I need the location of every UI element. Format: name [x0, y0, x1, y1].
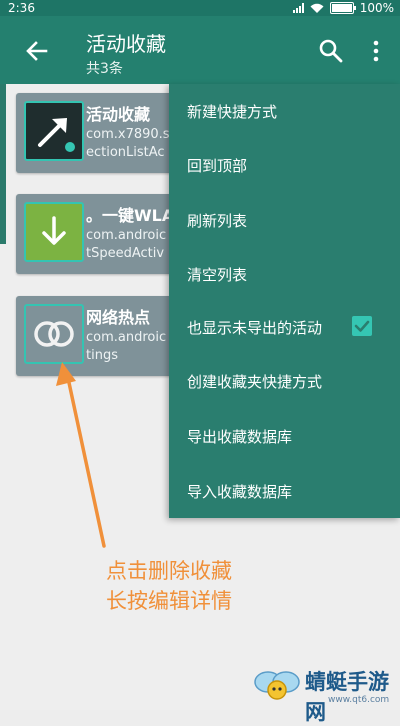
- annotation-text-longpress: 长按编辑详情: [106, 589, 232, 613]
- annotation-text-tap: 点击删除收藏: [106, 559, 232, 583]
- watermark-logo-icon: [254, 671, 300, 700]
- watermark-url: www.qt6.com: [328, 695, 390, 705]
